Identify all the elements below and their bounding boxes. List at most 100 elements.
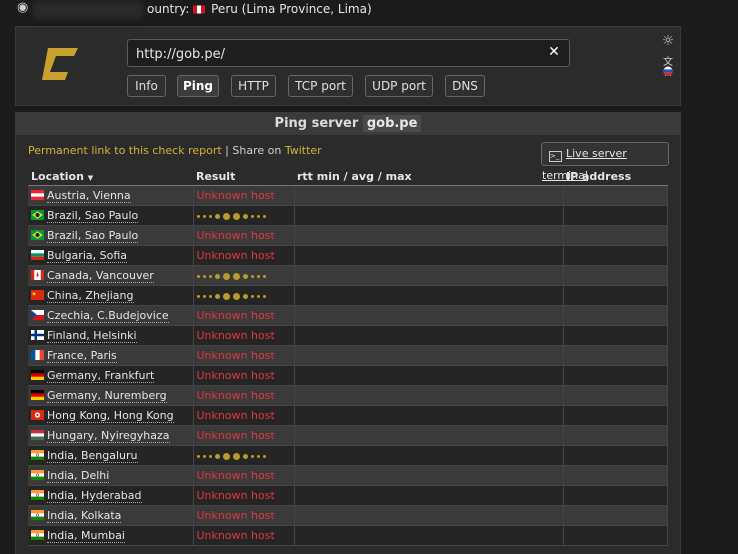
logo-icon[interactable] <box>38 42 82 86</box>
table-row: Bulgaria, Sofia Unknown host <box>28 245 668 266</box>
result-text: Unknown host <box>196 409 275 422</box>
country-info: ountry: Peru (Lima Province, Lima) <box>147 2 372 16</box>
location-cell[interactable]: Brazil, Sao Paulo <box>28 225 194 246</box>
russian-language-icon[interactable] <box>663 66 673 77</box>
tab-info[interactable]: Info <box>127 75 166 97</box>
tab-udp-port[interactable]: UDP port <box>365 75 433 97</box>
location-name[interactable]: Brazil, Sao Paulo <box>47 209 139 223</box>
tab-tcp-port[interactable]: TCP port <box>288 75 353 97</box>
theme-toggle-icon[interactable]: ☼ <box>660 33 676 53</box>
location-cell[interactable]: France, Paris <box>28 345 194 366</box>
ip-cell <box>563 465 668 486</box>
location-name[interactable]: Brazil, Sao Paulo <box>47 229 139 243</box>
clear-icon[interactable]: ✕ <box>547 45 561 59</box>
ip-cell <box>563 245 668 266</box>
table-row: Brazil, Sao Paulo Unknown host <box>28 225 668 246</box>
tab-ping[interactable]: Ping <box>177 75 219 97</box>
flag-at-icon <box>31 190 44 200</box>
result-cell <box>193 445 295 466</box>
result-text: Unknown host <box>196 529 275 542</box>
peru-flag-icon <box>193 5 206 14</box>
flag-cz-icon <box>31 310 44 320</box>
location-name[interactable]: Finland, Helsinki <box>47 329 137 343</box>
terminal-icon: >_ <box>549 151 562 162</box>
result-text: Unknown host <box>196 249 275 262</box>
location-cell[interactable]: India, Delhi <box>28 465 194 486</box>
location-name[interactable]: Germany, Frankfurt <box>47 369 155 383</box>
location-cell[interactable]: Germany, Nuremberg <box>28 385 194 406</box>
tab-dns[interactable]: DNS <box>445 75 485 97</box>
location-name[interactable]: India, Bengaluru <box>47 449 138 463</box>
rtt-cell <box>294 365 564 386</box>
panel-title-text: Ping server <box>274 116 359 131</box>
column-header-location[interactable]: Location ▼ <box>28 168 193 186</box>
rtt-cell <box>294 465 564 486</box>
location-name[interactable]: Germany, Nuremberg <box>47 389 167 403</box>
flag-in-icon <box>31 490 44 500</box>
share-text: | Share on <box>221 144 285 157</box>
header-side-icons: ☼ 文A <box>660 33 676 79</box>
flag-in-icon <box>31 530 44 540</box>
ip-cell <box>563 445 668 466</box>
flag-br-icon <box>31 210 44 220</box>
location-cell[interactable]: India, Hyderabad <box>28 485 194 506</box>
location-name[interactable]: India, Kolkata <box>47 509 122 523</box>
ip-cell <box>563 265 668 286</box>
eye-icon[interactable]: ◉ <box>17 1 30 14</box>
result-cell <box>193 265 295 286</box>
location-cell[interactable]: Austria, Vienna <box>28 185 194 206</box>
result-cell: Unknown host <box>193 465 295 486</box>
ip-cell <box>563 405 668 426</box>
blurred-region <box>33 1 143 19</box>
table-row: India, Bengaluru <box>28 445 668 466</box>
location-cell[interactable]: Germany, Frankfurt <box>28 365 194 386</box>
result-text: Unknown host <box>196 509 275 522</box>
location-name[interactable]: Austria, Vienna <box>47 189 131 203</box>
location-name[interactable]: Czechia, C.Budejovice <box>47 309 169 323</box>
flag-in-icon <box>31 470 44 480</box>
live-terminal-button[interactable]: >_ Live server terminal <box>541 142 669 182</box>
location-name[interactable]: Canada, Vancouver <box>47 269 154 283</box>
ip-cell <box>563 385 668 406</box>
location-cell[interactable]: Bulgaria, Sofia <box>28 245 194 266</box>
result-cell: Unknown host <box>193 345 295 366</box>
location-name[interactable]: China, Zhejiang <box>47 289 134 303</box>
location-cell[interactable]: Brazil, Sao Paulo <box>28 205 194 226</box>
location-name[interactable]: India, Mumbai <box>47 529 125 543</box>
permalink-link[interactable]: Permanent link to this check report <box>28 144 222 157</box>
loading-dots-icon <box>196 289 269 302</box>
location-name[interactable]: India, Hyderabad <box>47 489 142 503</box>
result-cell: Unknown host <box>193 425 295 446</box>
location-cell[interactable]: Czechia, C.Budejovice <box>28 305 194 326</box>
location-cell[interactable]: Hong Kong, Hong Kong <box>28 405 194 426</box>
flag-in-icon <box>31 510 44 520</box>
result-text: Unknown host <box>196 309 275 322</box>
twitter-link[interactable]: Twitter <box>285 144 322 157</box>
result-text: Unknown host <box>196 349 275 362</box>
location-name[interactable]: Bulgaria, Sofia <box>47 249 127 263</box>
location-name[interactable]: France, Paris <box>47 349 117 363</box>
location-cell[interactable]: Hungary, Nyiregyhaza <box>28 425 194 446</box>
location-name[interactable]: Hungary, Nyiregyhaza <box>47 429 170 443</box>
table-row: India, Mumbai Unknown host <box>28 525 668 546</box>
location-name[interactable]: India, Delhi <box>47 469 110 483</box>
location-cell[interactable]: China, Zhejiang <box>28 285 194 306</box>
location-cell[interactable]: India, Mumbai <box>28 525 194 546</box>
results-table: Location ▼ Result rtt min / avg / max IP… <box>28 168 668 546</box>
location-cell[interactable]: India, Bengaluru <box>28 445 194 466</box>
rtt-cell <box>294 305 564 326</box>
results-body: Austria, Vienna Unknown host Brazil, Sao P… <box>28 185 668 546</box>
loading-dots-icon <box>196 449 269 462</box>
url-input[interactable] <box>134 44 538 64</box>
ip-cell <box>563 225 668 246</box>
location-name[interactable]: Hong Kong, Hong Kong <box>47 409 174 423</box>
table-row: Finland, Helsinki Unknown host <box>28 325 668 346</box>
tab-http[interactable]: HTTP <box>231 75 276 97</box>
location-cell[interactable]: Canada, Vancouver <box>28 265 194 286</box>
location-cell[interactable]: Finland, Helsinki <box>28 325 194 346</box>
location-cell[interactable]: India, Kolkata <box>28 505 194 526</box>
ip-cell <box>563 505 668 526</box>
sort-icon[interactable]: ▼ <box>88 174 93 182</box>
result-text: Unknown host <box>196 229 275 242</box>
translate-icon[interactable]: 文A <box>660 53 676 79</box>
